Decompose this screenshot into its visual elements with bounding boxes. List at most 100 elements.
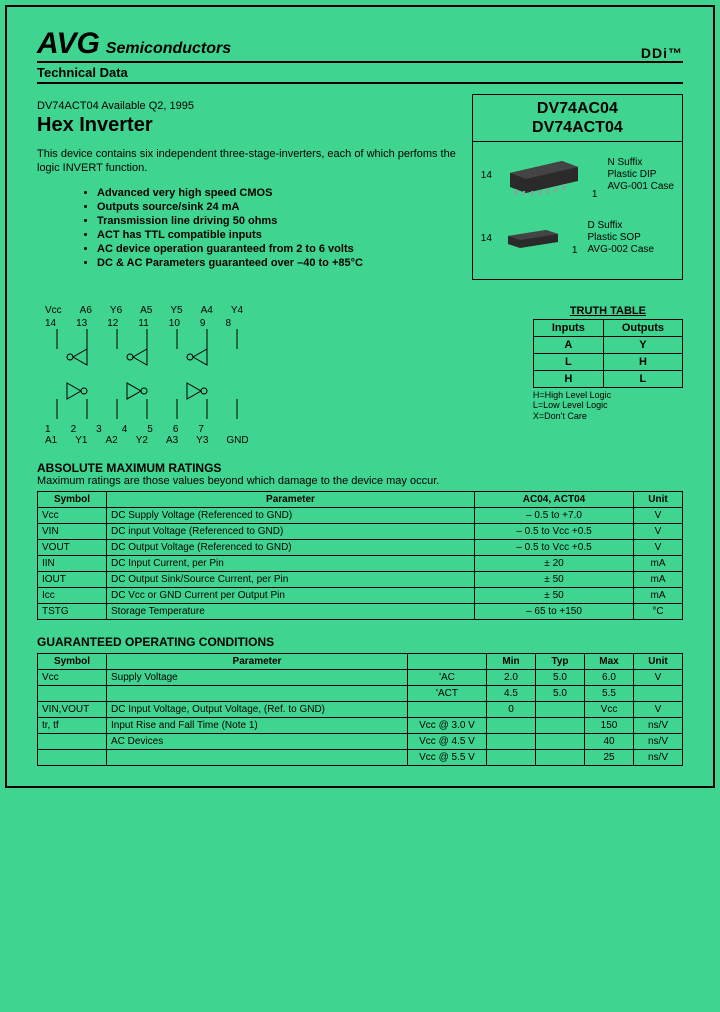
pkg-case: AVG-001 Case (607, 181, 674, 193)
feature-list: Advanced very high speed CMOS Outputs so… (57, 187, 457, 269)
pin: A2 (105, 435, 117, 446)
td: 25 (585, 749, 634, 765)
td: VIN (38, 523, 107, 539)
pin-label: 14 (481, 233, 492, 244)
td: 40 (585, 733, 634, 749)
td (487, 749, 536, 765)
td: 'AC (408, 669, 487, 685)
pin-num: 6 (173, 424, 179, 435)
pin: GND (226, 435, 248, 446)
th: AC04, ACT04 (475, 491, 634, 507)
pin: A1 (45, 435, 57, 446)
pin-num: 13 (76, 318, 87, 329)
td: Input Rise and Fall Time (Note 1) (107, 717, 408, 733)
pkg-type: Plastic DIP (607, 169, 674, 181)
td (408, 701, 487, 717)
pin: Y3 (196, 435, 208, 446)
td (536, 717, 585, 733)
feature-item: Outputs source/sink 24 mA (97, 201, 457, 213)
datasheet-page: AVG Semiconductors DDi™ Technical Data D… (5, 5, 715, 788)
td: Vcc (38, 507, 107, 523)
part-number-box: DV74AC04 DV74ACT04 14 (472, 94, 683, 280)
pin-num: 8 (225, 318, 231, 329)
sop-icon (502, 226, 562, 250)
pin: Y5 (170, 305, 182, 316)
pinout-diagram: Vcc A6 Y6 A5 Y5 A4 Y4 14 13 12 11 10 9 8 (37, 305, 277, 446)
logic-diagram (37, 329, 277, 419)
td (487, 717, 536, 733)
td (536, 749, 585, 765)
header-bar: AVG Semiconductors DDi™ (37, 27, 683, 63)
td: AC Devices (107, 733, 408, 749)
td: 4.5 (487, 685, 536, 701)
package-sop: 14 1 D Suffix Plastic SOP AVG-002 Case (481, 220, 674, 256)
td: L (533, 353, 603, 370)
th: Max (585, 653, 634, 669)
td: 6.0 (585, 669, 634, 685)
td (536, 701, 585, 717)
package-dip: 14 1 N Suffix Pl (481, 150, 674, 200)
availability-note: DV74ACT04 Available Q2, 1995 (37, 100, 457, 112)
pin-label: 1 (572, 245, 578, 256)
td: °C (634, 603, 683, 619)
td: – 0.5 to +7.0 (475, 507, 634, 523)
td (487, 733, 536, 749)
td: Storage Temperature (107, 603, 475, 619)
td: L (603, 370, 682, 387)
td: DC Output Voltage (Referenced to GND) (107, 539, 475, 555)
pin-num: 5 (147, 424, 153, 435)
truth-title: TRUTH TABLE (533, 305, 683, 317)
th (408, 653, 487, 669)
legend-line: X=Don't Care (533, 411, 683, 422)
td: – 0.5 to Vcc +0.5 (475, 523, 634, 539)
part-number: DV74ACT04 (493, 118, 662, 137)
td: 5.5 (585, 685, 634, 701)
td: IOUT (38, 571, 107, 587)
th: Symbol (38, 491, 107, 507)
pin-num: 10 (169, 318, 180, 329)
pin-num: 11 (138, 318, 148, 329)
td: Supply Voltage (107, 669, 408, 685)
th: Min (487, 653, 536, 669)
pin-num: 2 (71, 424, 77, 435)
pkg-suffix: N Suffix (607, 157, 674, 169)
td: DC Vcc or GND Current per Output Pin (107, 587, 475, 603)
legend-line: L=Low Level Logic (533, 400, 683, 411)
td: mA (634, 587, 683, 603)
td: A (533, 336, 603, 353)
td: ± 20 (475, 555, 634, 571)
td: ns/V (634, 749, 683, 765)
td: V (634, 507, 683, 523)
td (38, 733, 107, 749)
pin-label: 1 (592, 189, 598, 200)
td: V (634, 701, 683, 717)
pin-num: 12 (107, 318, 118, 329)
td: ± 50 (475, 571, 634, 587)
td: Vcc (585, 701, 634, 717)
pin-num: 1 (45, 424, 51, 435)
part-number: DV74AC04 (493, 99, 662, 118)
td: V (634, 669, 683, 685)
pkg-suffix: D Suffix (587, 220, 654, 232)
th: Inputs (533, 319, 603, 336)
feature-item: AC device operation guaranteed from 2 to… (97, 243, 457, 255)
pin: A3 (166, 435, 178, 446)
amr-note: Maximum ratings are those values beyond … (37, 475, 683, 487)
pin: Vcc (45, 305, 62, 316)
td (38, 685, 107, 701)
td: VIN,VOUT (38, 701, 107, 717)
ddi-mark: DDi™ (641, 45, 683, 61)
pin-num: 14 (45, 318, 56, 329)
td: Vcc (38, 669, 107, 685)
pin: Y1 (75, 435, 87, 446)
td: DC Input Current, per Pin (107, 555, 475, 571)
th: Parameter (107, 653, 408, 669)
td: ± 50 (475, 587, 634, 603)
brand: AVG Semiconductors (37, 27, 231, 61)
td (634, 685, 683, 701)
amr-table: Symbol Parameter AC04, ACT04 Unit VccDC … (37, 491, 683, 620)
th: Symbol (38, 653, 107, 669)
description: This device contains six independent thr… (37, 147, 457, 176)
td: Vcc @ 3.0 V (408, 717, 487, 733)
td: DC Output Sink/Source Current, per Pin (107, 571, 475, 587)
